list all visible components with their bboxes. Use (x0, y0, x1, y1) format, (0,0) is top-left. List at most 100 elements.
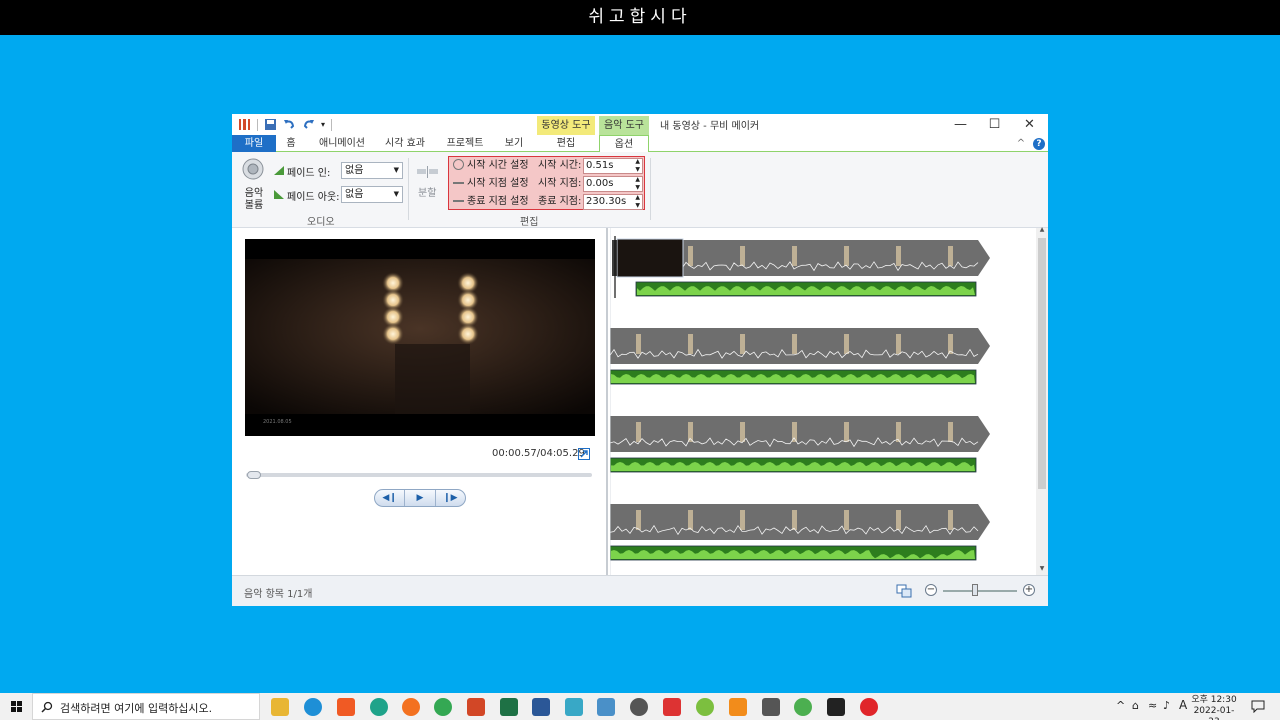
customize-qat-icon[interactable]: ▾ (321, 120, 325, 129)
volume-icon[interactable]: ♪ (1163, 699, 1170, 712)
spinner-icon[interactable]: ▲ ▼ (635, 176, 640, 192)
tab-options[interactable]: 옵션 (599, 135, 649, 153)
ime-indicator[interactable]: A (1179, 698, 1187, 712)
help-icon[interactable]: ? (1033, 138, 1045, 150)
title-bar: ▾ 동영상 도구 음악 도구 내 동영상 - 무비 메이커 — ☐ ✕ (232, 114, 1048, 135)
storyboard-clip[interactable] (609, 328, 990, 385)
scrollbar-thumb[interactable] (1038, 238, 1046, 489)
seek-thumb[interactable] (246, 471, 261, 479)
tab-project[interactable]: 프로젝트 (440, 135, 490, 152)
tab-edit[interactable]: 편집 (537, 135, 595, 152)
group-separator (408, 158, 409, 220)
storyboard-scrollbar[interactable]: ▲ ▼ (1036, 226, 1048, 575)
scroll-up-icon[interactable]: ▲ (1036, 226, 1048, 233)
storyboard-clip[interactable] (633, 240, 990, 297)
end-point-label: 종료 지점: (538, 196, 582, 207)
end-point-input[interactable]: 230.30s ▲ ▼ (583, 194, 643, 210)
chrome-icon[interactable] (434, 698, 452, 716)
spinner-icon[interactable]: ▲ ▼ (635, 158, 640, 174)
fade-out-dropdown[interactable]: 없음 ▼ (341, 186, 403, 203)
storyboard-clip[interactable] (609, 504, 990, 561)
group-separator (650, 158, 651, 220)
undo-icon[interactable] (283, 118, 296, 131)
split-label: 분할 (418, 188, 437, 199)
app-icon-green-round[interactable] (794, 698, 812, 716)
frame-light (948, 246, 953, 266)
set-start-point-button[interactable]: 시작 지점 설정 (453, 175, 529, 192)
fade-in-icon (274, 166, 284, 175)
word-icon[interactable] (532, 698, 550, 716)
windows-start-icon[interactable] (0, 693, 32, 720)
taskbar-clock[interactable]: 오후 12:30 2022-01-23 (1190, 695, 1238, 720)
app-icon-green[interactable] (370, 698, 388, 716)
start-time-input[interactable]: 0.51s ▲ ▼ (583, 158, 643, 174)
play-button[interactable]: ▶ (405, 490, 436, 506)
thumbnail-size-icon[interactable] (896, 584, 912, 598)
app-icon-black[interactable] (827, 698, 845, 716)
edge-browser-icon[interactable] (304, 698, 322, 716)
app-icon[interactable] (238, 118, 251, 131)
scroll-down-icon[interactable]: ▼ (1036, 565, 1048, 572)
frame-light (792, 510, 797, 530)
calculator-icon[interactable] (762, 698, 780, 716)
fullscreen-preview-icon[interactable] (578, 448, 590, 460)
end-point-icon (453, 196, 464, 202)
app-icon-lime[interactable] (696, 698, 714, 716)
tab-home[interactable]: 홈 (279, 135, 303, 152)
split-icon[interactable] (416, 166, 440, 178)
frame-light (844, 510, 849, 530)
notification-icon[interactable] (1251, 700, 1265, 713)
frame-light (792, 334, 797, 354)
clock-date: 2022-01-23 (1193, 706, 1235, 720)
opera-icon[interactable] (860, 698, 878, 716)
collapse-ribbon-icon[interactable]: ^ (1014, 135, 1028, 152)
zoom-slider[interactable] (943, 590, 1017, 592)
set-end-point-button[interactable]: 종료 지점 설정 (453, 193, 529, 210)
brave-browser-icon[interactable] (337, 698, 355, 716)
network-icon[interactable]: ⌂ (1132, 699, 1139, 712)
chevron-down-icon: ▼ (393, 190, 399, 198)
start-point-input[interactable]: 0.00s ▲ ▼ (583, 176, 643, 192)
frame-light (688, 334, 693, 354)
taskbar-search-box[interactable]: 검색하려면 여기에 입력하십시오. (32, 693, 260, 720)
tab-visual-effects[interactable]: 시각 효과 (380, 135, 430, 152)
seek-bar[interactable] (246, 473, 592, 477)
firefox-icon[interactable] (402, 698, 420, 716)
fade-in-dropdown[interactable]: 없음 ▼ (341, 162, 403, 179)
video-preview[interactable]: 2021.08.05 (245, 239, 595, 436)
tab-view[interactable]: 보기 (498, 135, 530, 152)
zoom-out-button[interactable]: − (925, 584, 937, 596)
tab-file[interactable]: 파일 (232, 135, 276, 152)
close-button[interactable]: ✕ (1012, 114, 1047, 135)
chevron-up-icon[interactable]: ^ (1116, 699, 1125, 712)
spinner-icon[interactable]: ▲ ▼ (635, 194, 640, 210)
wifi-icon[interactable]: ≈ (1148, 699, 1157, 712)
powerpoint-icon[interactable] (467, 698, 485, 716)
selected-frame[interactable] (616, 238, 684, 278)
fade-out-icon (274, 190, 284, 199)
redo-icon[interactable] (302, 118, 315, 131)
previous-frame-button[interactable]: ◀❙ (375, 490, 406, 506)
window-title: 내 동영상 - 무비 메이커 (660, 121, 760, 132)
maximize-button[interactable]: ☐ (977, 114, 1012, 135)
save-icon[interactable] (264, 118, 277, 131)
minimize-button[interactable]: — (943, 114, 978, 135)
storyboard-clip[interactable] (609, 416, 990, 473)
set-start-time-button[interactable]: 시작 시간 설정 (453, 157, 529, 174)
vlc-icon[interactable] (729, 698, 747, 716)
app-icon-gray[interactable] (630, 698, 648, 716)
next-frame-button[interactable]: ❙▶ (436, 490, 465, 506)
start-point-value: 0.00s (586, 178, 614, 189)
excel-icon[interactable] (500, 698, 518, 716)
music-volume-icon[interactable] (242, 158, 264, 180)
frame-light (896, 334, 901, 354)
app-icon-blue[interactable] (597, 698, 615, 716)
file-explorer-icon[interactable] (271, 698, 289, 716)
app-icon-teal[interactable] (565, 698, 583, 716)
app-icon-red[interactable] (663, 698, 681, 716)
tab-animations[interactable]: 애니메이션 (312, 135, 372, 152)
clip-filmstrip (610, 416, 990, 452)
zoom-slider-thumb[interactable] (972, 584, 978, 596)
frame-light (688, 246, 693, 266)
zoom-in-button[interactable]: + (1023, 584, 1035, 596)
